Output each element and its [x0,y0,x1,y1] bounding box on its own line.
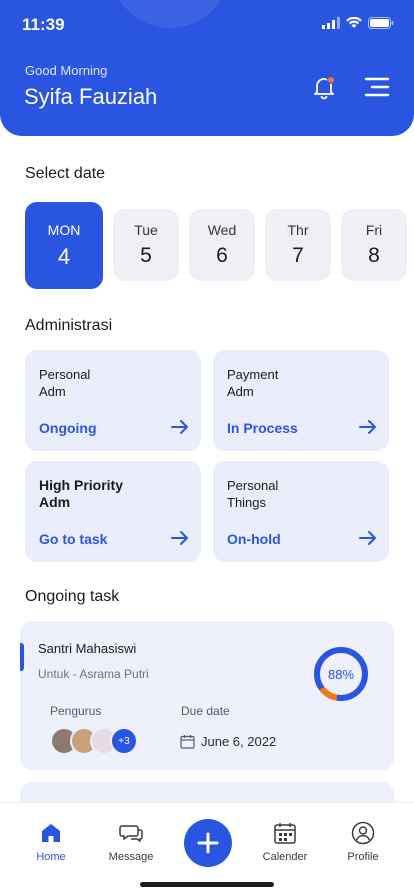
date-wed[interactable]: Wed 6 [189,209,255,281]
adm-card-title: High Priority [39,477,124,493]
task-accent-bar [20,643,24,671]
adm-card-subtitle: Adm [227,384,254,399]
tab-home[interactable]: Home [16,821,86,863]
adm-card-title: Payment [227,367,279,382]
date-mon[interactable]: MON 4 [25,202,103,289]
battery-icon [368,17,394,29]
tab-profile[interactable]: Profile [328,821,398,863]
due-date-label: Due date [181,704,230,718]
due-date-value: June 6, 2022 [201,734,277,749]
date-number: 4 [57,243,71,269]
calendar-icon [180,735,195,749]
date-day-label: Fri [365,222,383,238]
tab-label: Message [108,851,154,863]
progress-label: 88% [328,667,354,682]
task-card[interactable]: Santri Mahasiswi Untuk - Asrama Putri 88… [20,621,394,770]
adm-card-status: Ongoing [39,420,97,436]
date-day-label: Tue [134,222,158,238]
avatar-more-badge: +3 [110,727,138,755]
date-day-label: Wed [207,222,237,238]
adm-card-title: Personal [39,367,91,382]
wifi-icon [346,17,362,28]
signal-icon [322,17,340,29]
adm-card-status: In Process [227,420,298,436]
task-subtitle: Untuk - Asrama Putri [38,667,149,681]
header: 11:39 Good Morning Syifa Fauziah [0,0,414,136]
menu-icon [364,77,390,97]
tab-label: Profile [347,851,379,863]
tab-message[interactable]: Message [96,821,166,863]
adm-card-high-priority[interactable]: High Priority Adm Go to task [25,461,201,562]
pengurus-label: Pengurus [50,704,102,718]
adm-card-status: On-hold [227,531,281,547]
date-fri[interactable]: Fri 8 [341,209,407,281]
date-number: 7 [292,244,304,267]
arrow-right-icon[interactable] [171,530,189,546]
adm-card-subtitle: Adm [39,494,71,510]
date-thr[interactable]: Thr 7 [265,209,331,281]
tab-label: Calender [262,851,308,863]
select-date-title: Select date [25,165,106,182]
adm-card-payment-adm[interactable]: Payment Adm In Process [213,350,389,451]
message-icon [119,825,143,843]
adm-card-subtitle: Adm [39,384,66,399]
date-number: 8 [368,244,380,267]
arrow-right-icon[interactable] [359,530,377,546]
date-tue[interactable]: Tue 5 [113,209,179,281]
bell-icon [314,76,335,100]
administrasi-grid: Personal Adm Ongoing Payment Adm In Proc… [25,350,389,562]
greeting: Good Morning [25,63,108,78]
tab-label: Home [36,851,66,863]
arrow-right-icon[interactable] [171,419,189,435]
date-picker: MON 4 Tue 5 Wed 6 Thr 7 Fri 8 [25,202,407,289]
arrow-right-icon[interactable] [359,419,377,435]
task-title: Santri Mahasiswi [38,641,137,656]
date-number: 5 [140,244,152,267]
adm-card-title: Personal [227,478,279,493]
date-number: 6 [216,244,228,267]
profile-icon [351,821,375,845]
menu-button[interactable] [364,74,390,100]
add-button[interactable] [184,819,232,867]
adm-card-personal-adm[interactable]: Personal Adm Ongoing [25,350,201,451]
user-name: Syifa Fauziah [24,84,158,109]
tab-calendar[interactable]: Calender [250,821,320,863]
ongoing-task-title: Ongoing task [25,588,120,605]
home-icon [42,824,60,842]
home-indicator [140,882,274,887]
header-decoration [110,0,230,28]
calendar-icon [274,823,296,844]
plus-icon [197,832,219,854]
administrasi-title: Administrasi [25,317,113,334]
adm-card-subtitle: Things [227,495,267,510]
due-date: June 6, 2022 [180,734,276,749]
date-day-label: Thr [287,222,309,238]
progress-ring: 88% [314,647,368,701]
pengurus-avatars[interactable]: +3 [50,727,138,755]
adm-card-status: Go to task [39,531,108,547]
date-day-label: MON [47,221,81,238]
adm-card-personal-things[interactable]: Personal Things On-hold [213,461,389,562]
notification-button[interactable] [311,74,337,100]
status-icons [322,17,394,29]
status-time: 11:39 [22,15,65,34]
